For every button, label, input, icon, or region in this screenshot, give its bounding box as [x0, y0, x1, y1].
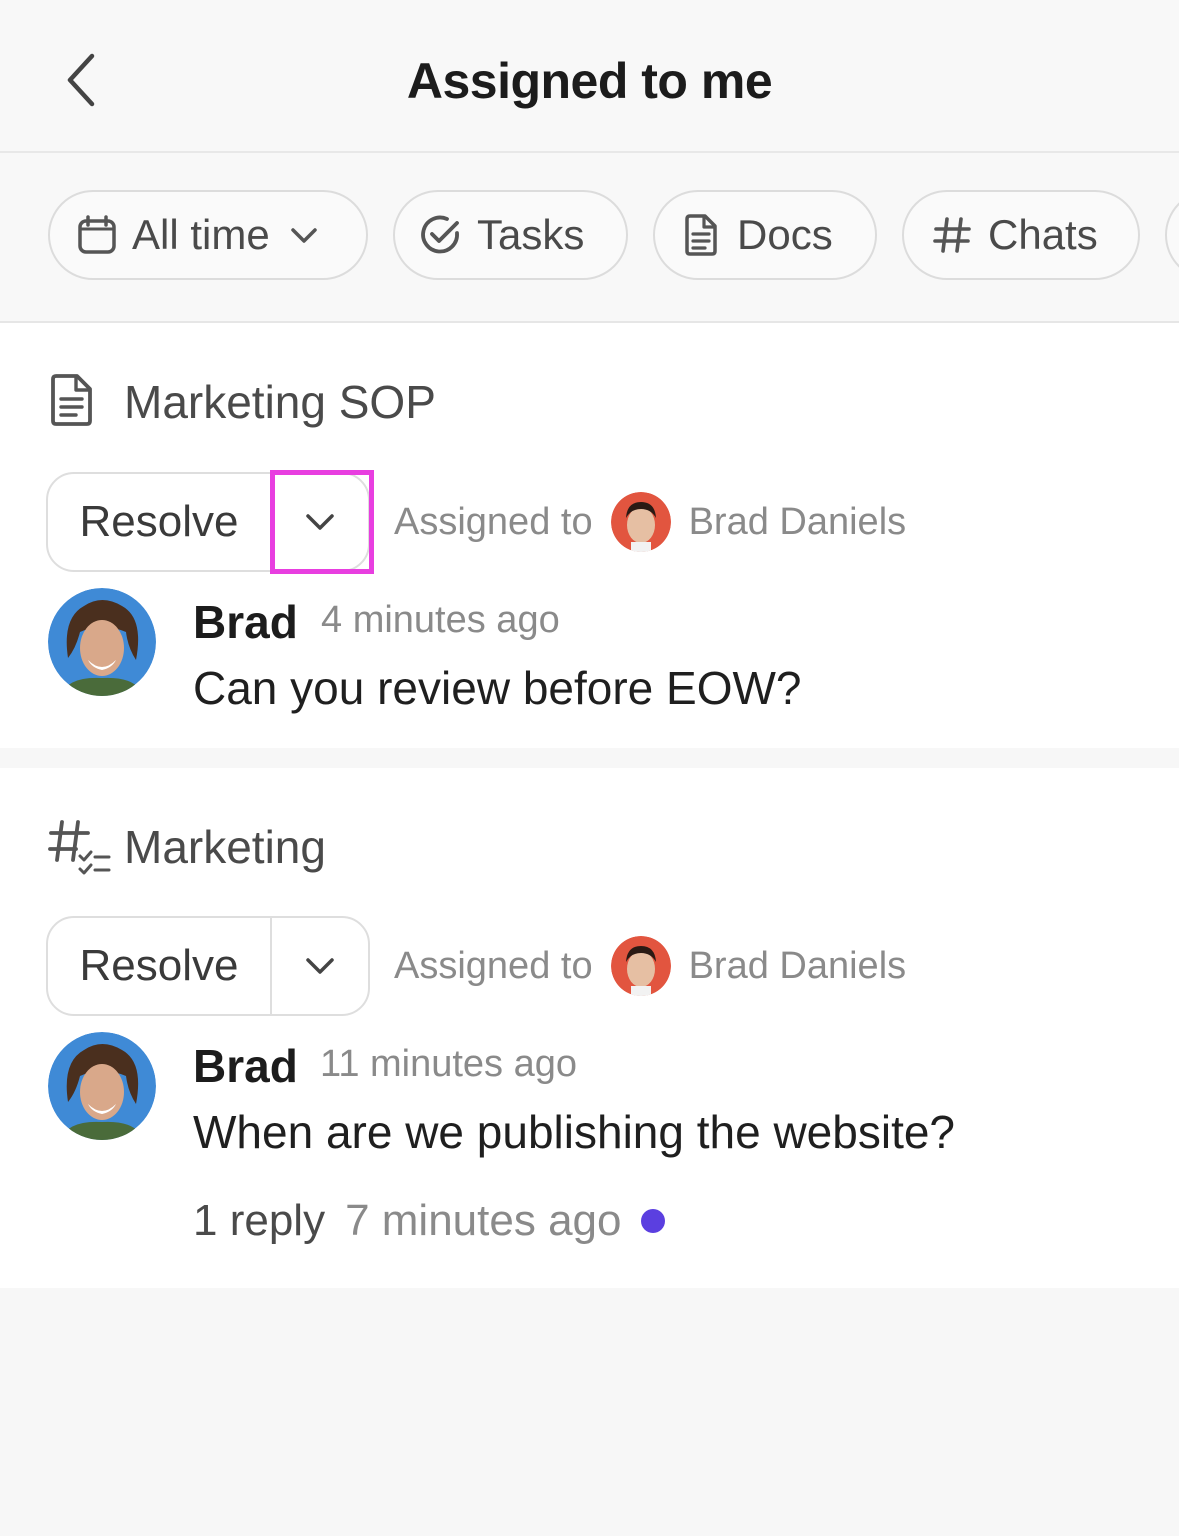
filter-label: All time [132, 211, 270, 258]
resolve-split-button: Resolve [46, 916, 370, 1016]
assigned-label: Assigned to [394, 500, 593, 543]
calendar-icon [78, 215, 116, 254]
filter-label: Tasks [477, 211, 585, 258]
reply-time: 7 minutes ago [345, 1196, 622, 1245]
assignee-info: Assigned to Brad Daniels [394, 492, 906, 552]
assigned-item: Marketing SOP Resolve Assigned to Brad D… [0, 323, 1179, 748]
comment-message: When are we publishing the website? [193, 1106, 956, 1158]
document-icon [685, 214, 717, 256]
reply-count: 1 reply [193, 1196, 326, 1245]
assignee-avatar [610, 492, 671, 552]
assigned-label: Assigned to [394, 944, 593, 987]
document-icon [51, 374, 92, 426]
filter-more[interactable] [1165, 190, 1179, 280]
chevron-down-icon [290, 228, 317, 243]
comment-time: 4 minutes ago [321, 599, 560, 641]
filter-chats[interactable]: Chats [902, 190, 1140, 280]
assignee-info: Assigned to Brad Daniels [394, 936, 906, 996]
highlight-box [270, 470, 374, 574]
comment-time: 11 minutes ago [320, 1043, 578, 1085]
replies-link[interactable]: 1 reply 7 minutes ago [193, 1196, 666, 1246]
page-title: Assigned to me [406, 53, 773, 109]
resolve-button[interactable]: Resolve [48, 918, 272, 1014]
author-avatar [48, 588, 156, 696]
comment-author: Brad [193, 1040, 298, 1092]
author-avatar [48, 1032, 156, 1140]
assignee-name[interactable]: Brad Daniels [689, 501, 907, 544]
filter-label: Docs [737, 211, 833, 258]
top-bar: Assigned to me [0, 0, 1179, 153]
resolve-options-button[interactable] [272, 918, 368, 1014]
assignee-name[interactable]: Brad Daniels [689, 945, 907, 988]
comment-author: Brad [193, 596, 298, 648]
filter-docs[interactable]: Docs [653, 190, 877, 280]
filter-tasks[interactable]: Tasks [393, 190, 628, 280]
check-circle-icon [421, 215, 459, 254]
chevron-down-icon [306, 958, 334, 974]
section-title: Marketing SOP [124, 376, 436, 428]
comment-message: Can you review before EOW? [193, 662, 802, 714]
hashtag-icon [933, 217, 971, 253]
filter-bar: All time Tasks Docs Chats [0, 153, 1179, 323]
section-title: Marketing [124, 821, 326, 873]
filter-label: Chats [988, 211, 1098, 258]
chat-list-icon [48, 820, 111, 875]
assignee-avatar [610, 936, 671, 996]
assigned-item: Marketing Resolve Assigned to Brad Danie… [0, 768, 1179, 1288]
filter-all-time[interactable]: All time [48, 190, 368, 280]
resolve-button[interactable]: Resolve [48, 474, 272, 570]
unread-indicator [641, 1209, 666, 1233]
